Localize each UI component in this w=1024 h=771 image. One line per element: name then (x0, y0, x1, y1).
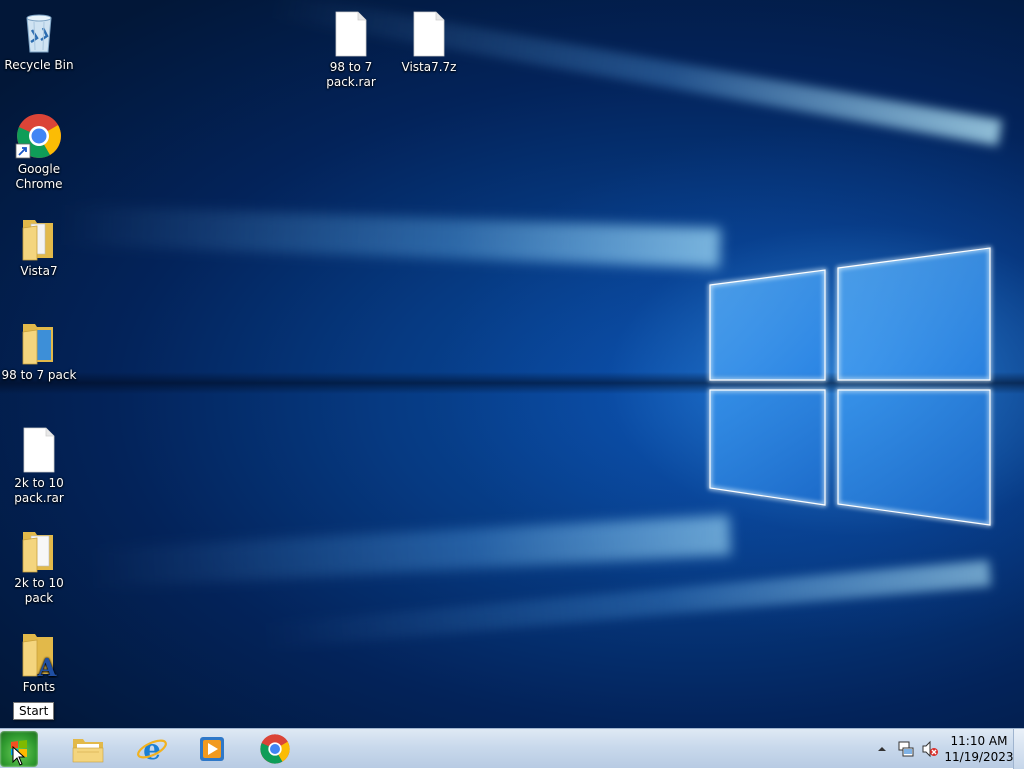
file-icon (405, 10, 453, 58)
desktop-icon-google-chrome[interactable]: Google Chrome (1, 112, 77, 192)
chrome-icon (260, 734, 290, 764)
svg-text:A: A (37, 653, 57, 678)
media-player-icon (200, 737, 224, 761)
desktop-icon-label: 2k to 10 pack (14, 576, 64, 605)
taskbar[interactable]: e 11:10 AM 11/19/2023 (0, 728, 1024, 769)
desktop-icon-2k-to-10-pack[interactable]: 2k to 10 pack (1, 526, 77, 606)
recycle-bin-icon (15, 8, 63, 56)
system-tray: 11:10 AM 11/19/2023 (872, 729, 1014, 769)
folder-icon (15, 526, 63, 574)
network-button[interactable] (896, 739, 916, 759)
desktop-icon-vista7[interactable]: Vista7 (1, 214, 77, 279)
desktop-icon-label: Recycle Bin (4, 58, 74, 72)
desktop-icon-label: 2k to 10 pack.rar (14, 476, 64, 505)
file-icon (15, 426, 63, 474)
file-explorer-icon (72, 739, 104, 763)
desktop-icon-label: Google Chrome (15, 162, 63, 191)
chrome-icon (15, 112, 63, 160)
taskbar-clock[interactable]: 11:10 AM 11/19/2023 (944, 733, 1014, 765)
mouse-cursor-icon (12, 746, 26, 766)
desktop-icon-label: 98 to 7 pack (1, 368, 77, 382)
internet-explorer-icon: e (137, 733, 167, 765)
desktop-icon-label: Vista7 (20, 264, 58, 278)
desktop-icon-label: Vista7.7z (401, 60, 457, 74)
light-beam (89, 515, 732, 589)
desktop-icon-98-to-7-pack[interactable]: 98 to 7 pack (1, 318, 77, 383)
folder-icon (15, 214, 63, 262)
file-icon (327, 10, 375, 58)
folder-icon (15, 318, 63, 366)
fonts-folder-icon: A (15, 630, 63, 682)
desktop-icon-recycle-bin[interactable]: Recycle Bin (1, 8, 77, 73)
desktop-icon-98-to-7-pack-rar[interactable]: 98 to 7 pack.rar (313, 10, 389, 90)
volume-muted-icon (922, 740, 938, 758)
svg-text:e: e (143, 733, 161, 765)
light-beam (261, 560, 992, 650)
show-desktop-button[interactable] (1013, 729, 1024, 769)
windows-logo-wallpaper (708, 246, 992, 527)
desktop-icon-fonts[interactable]: A Fonts (1, 630, 77, 695)
show-hidden-icons-button[interactable] (872, 739, 892, 759)
desktop-icon-label: Fonts (22, 680, 56, 694)
taskbar-chrome-button[interactable] (253, 732, 297, 766)
taskbar-internet-explorer-button[interactable]: e (130, 732, 174, 766)
desktop-icon-label: 98 to 7 pack.rar (326, 60, 376, 89)
taskbar-file-explorer-button[interactable] (66, 732, 110, 766)
light-beam (59, 204, 721, 268)
clock-date: 11/19/2023 (944, 750, 1014, 764)
desktop-icon-vista7-7z[interactable]: Vista7.7z (391, 10, 467, 75)
volume-button[interactable] (920, 739, 940, 759)
desktop[interactable]: Recycle Bin Google Chrome Vista7 98 to 7… (0, 0, 1024, 728)
start-tooltip: Start (13, 702, 55, 720)
clock-time: 11:10 AM (950, 734, 1008, 748)
desktop-icon-2k-to-10-pack-rar[interactable]: 2k to 10 pack.rar (1, 426, 77, 506)
chevron-up-icon (878, 747, 886, 751)
taskbar-media-player-button[interactable] (190, 732, 234, 766)
network-icon (898, 741, 914, 757)
